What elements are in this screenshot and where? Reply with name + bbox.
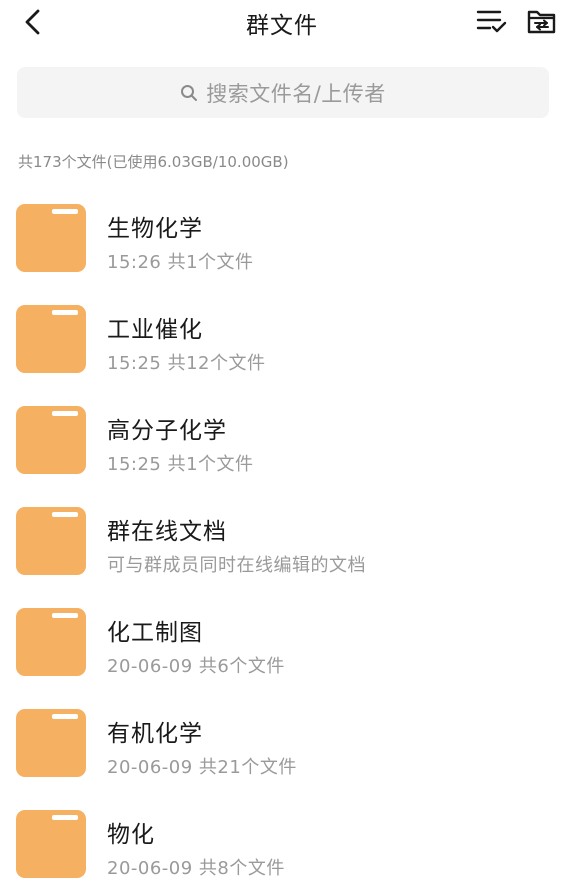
folder-name: 有机化学: [107, 721, 203, 747]
folder-name: 化工制图: [107, 620, 203, 646]
folder-item[interactable]: 高分子化学 15:25 共1个文件: [0, 397, 564, 489]
folder-meta: 20-06-09 共21个文件: [107, 757, 297, 778]
folder-icon: [16, 305, 86, 373]
folder-icon: [16, 709, 86, 777]
search-icon: [181, 84, 198, 101]
search-placeholder: 搜索文件名/上传者: [206, 81, 386, 106]
folder-name: 物化: [107, 822, 155, 848]
folder-meta: 15:26 共1个文件: [107, 252, 254, 273]
folder-arrow-icon: [527, 10, 556, 34]
folder-meta: 20-06-09 共8个文件: [107, 858, 285, 879]
folder-manage-button[interactable]: [525, 6, 559, 38]
folder-name: 生物化学: [107, 216, 203, 242]
folder-name: 群在线文档: [107, 519, 227, 545]
folder-item[interactable]: 群在线文档 可与群成员同时在线编辑的文档: [0, 498, 564, 590]
folder-icon: [16, 204, 86, 272]
folder-item[interactable]: 工业催化 15:25 共12个文件: [0, 296, 564, 388]
folder-icon: [16, 810, 86, 878]
sort-button[interactable]: [474, 6, 508, 38]
top-bar: 群文件: [0, 0, 564, 46]
folder-icon: [16, 507, 86, 575]
folder-item[interactable]: 有机化学 20-06-09 共21个文件: [0, 700, 564, 792]
folder-meta: 15:25 共1个文件: [107, 454, 254, 475]
search-bar[interactable]: 搜索文件名/上传者: [17, 67, 549, 118]
folder-name: 高分子化学: [107, 418, 227, 444]
folder-item[interactable]: 生物化学 15:26 共1个文件: [0, 195, 564, 287]
folder-meta: 可与群成员同时在线编辑的文档: [107, 555, 366, 576]
folder-meta: 15:25 共12个文件: [107, 353, 266, 374]
folder-icon: [16, 406, 86, 474]
folder-item[interactable]: 化工制图 20-06-09 共6个文件: [0, 599, 564, 691]
folder-item[interactable]: 物化 20-06-09 共8个文件: [0, 801, 564, 893]
folder-meta: 20-06-09 共6个文件: [107, 656, 285, 677]
storage-summary: 共173个文件(已使用6.03GB/10.00GB): [18, 153, 289, 171]
folder-icon: [16, 608, 86, 676]
folder-name: 工业催化: [107, 317, 203, 343]
sort-list-check-icon: [476, 10, 507, 33]
